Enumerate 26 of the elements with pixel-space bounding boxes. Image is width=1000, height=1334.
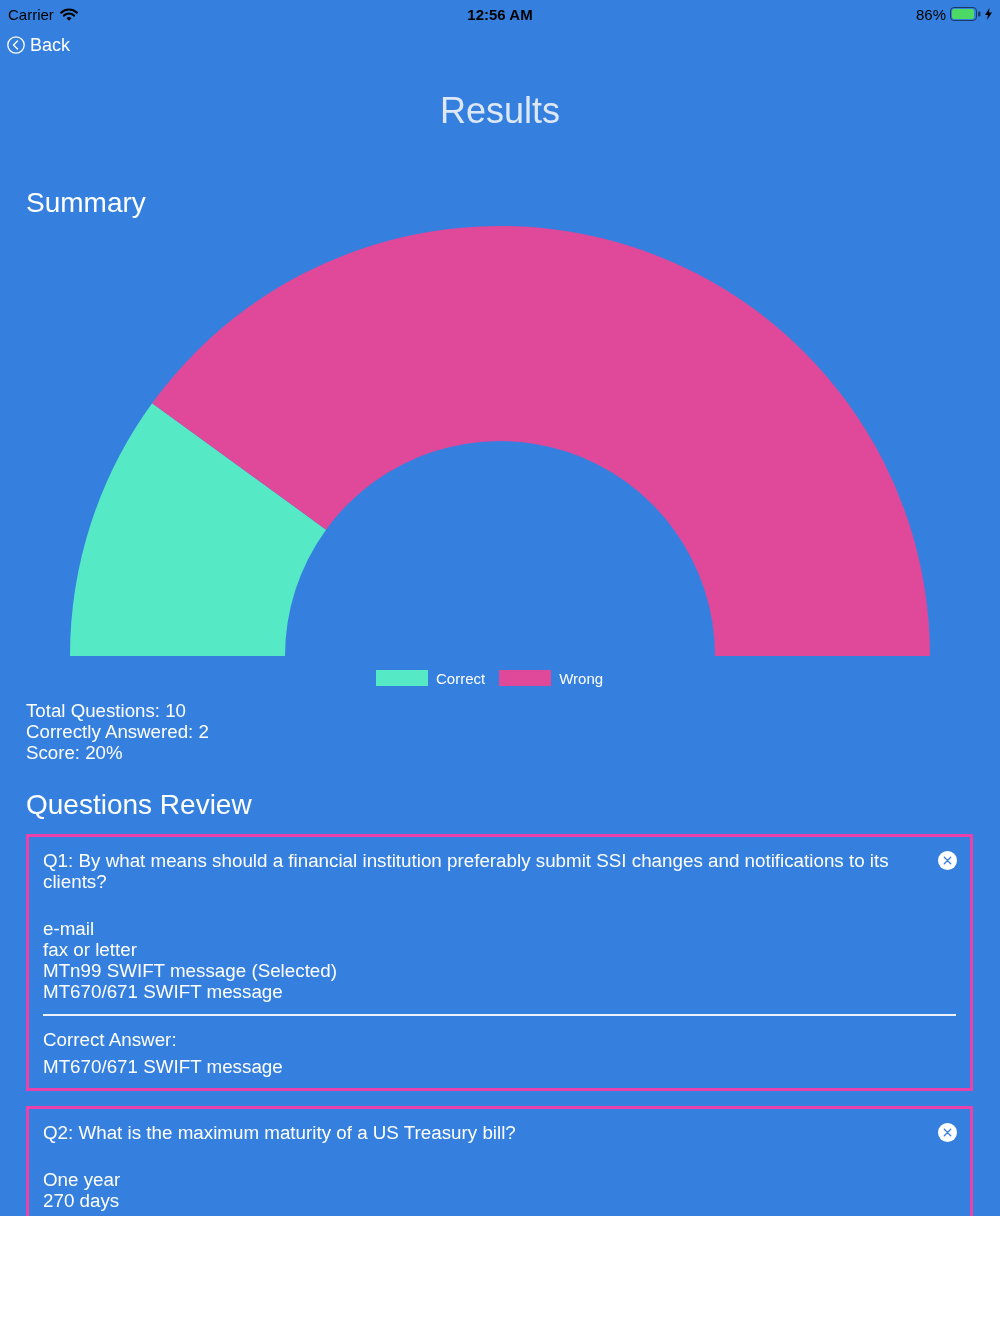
question-text: Q2: What is the maximum maturity of a US Treasury bill? [43,1122,516,1143]
correct-answer-label: Correct Answer: [43,1029,177,1050]
status-time: 12:56 AM [467,6,533,22]
summary-line: Correctly Answered: 2 [26,721,209,742]
section-heading: Summary [26,189,146,217]
answer-option: e-mail [43,918,95,939]
legend-label: Wrong [559,670,604,686]
chevron-circle-icon [7,36,25,54]
summary-line: Total Questions: 10 [26,700,186,721]
answer-option: One year [43,1169,121,1190]
answer-option: 270 days [43,1190,120,1211]
carrier-text: Carrier [8,6,54,22]
answer-option: fax or letter [43,939,137,960]
wifi-icon [59,7,78,21]
legend-label: Correct [436,670,486,686]
back-button[interactable]: Back [7,36,71,54]
section-heading: Questions Review [26,791,252,819]
correct-answer-text: MT670/671 SWIFT message [43,1056,283,1077]
battery-percent: 86% [915,6,946,22]
question-text: Q1: By what means should a financial institution preferably submit SSI changes and notifications to its clients? [43,850,890,892]
charging-bolt-icon [985,8,992,20]
answer-option: MTn99 SWIFT message (Selected) [43,960,337,981]
answer-option: MT670/671 SWIFT message [43,981,283,1002]
battery-icon [950,7,981,21]
page-title: Results [439,93,560,129]
summary-line: Score: 20% [26,742,123,763]
